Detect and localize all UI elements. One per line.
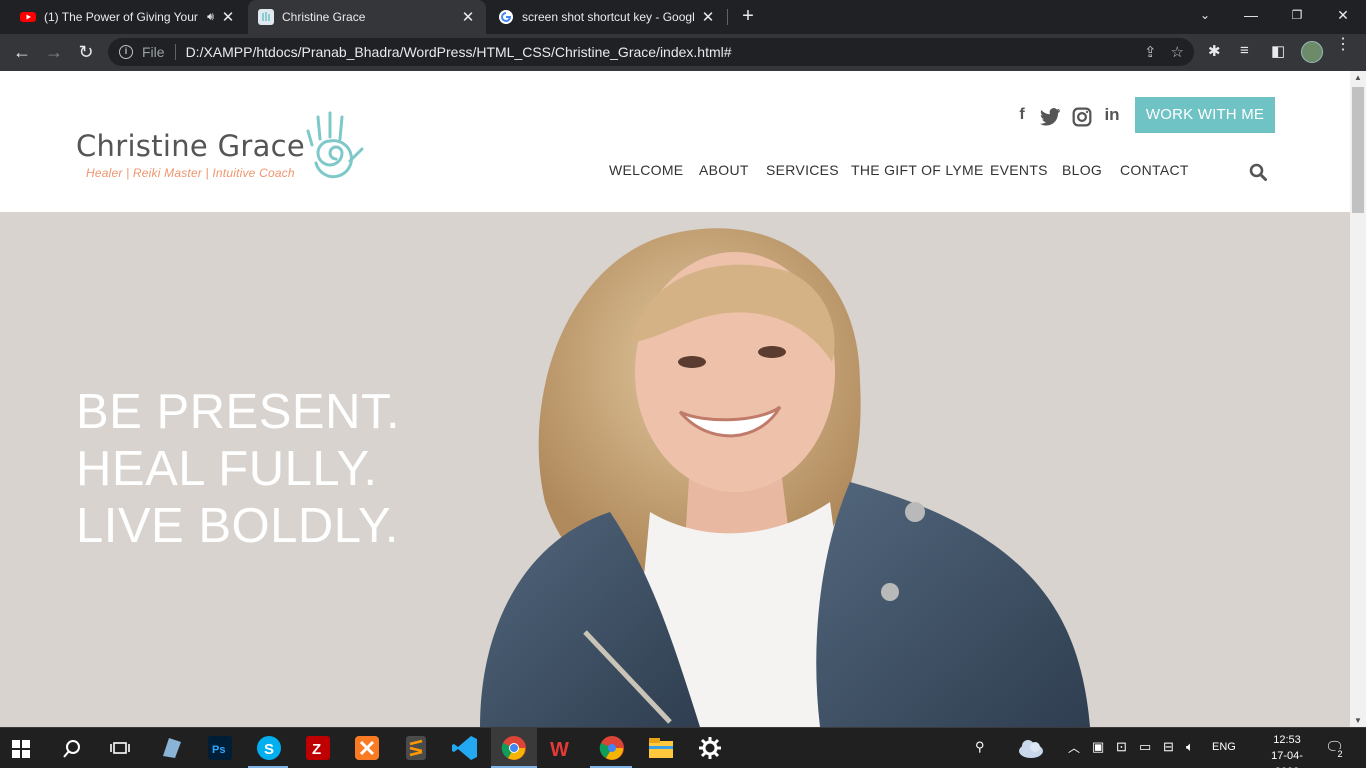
people-icon[interactable]: ⚲ (975, 739, 985, 755)
tab-title: screen shot shortcut key - Google (522, 10, 694, 24)
wps-office-app-icon[interactable]: W (549, 734, 577, 762)
nav-about[interactable]: ABOUT (699, 162, 749, 178)
tab-youtube[interactable]: (1) The Power of Giving Your 🔊︎ ✕ (10, 0, 246, 34)
minimize-button[interactable]: — (1228, 0, 1274, 30)
info-icon[interactable]: i (119, 45, 133, 59)
tab-strip: (1) The Power of Giving Your 🔊︎ ✕ Christ… (0, 0, 1366, 34)
windows-taskbar: Ps S Z W ⚲ ︿ ▣ ⊡ ▭ ⊟ 🔈︎ ENG 12:53 17-04-… (0, 727, 1366, 768)
search-icon[interactable] (1249, 163, 1267, 181)
tab-separator (727, 9, 728, 25)
search-icon[interactable] (62, 739, 82, 759)
instagram-icon[interactable] (1071, 107, 1093, 127)
tab-title: (1) The Power of Giving Your (44, 10, 198, 24)
logo-name: Christine Grace (76, 129, 306, 163)
battery-icon[interactable]: ▭ (1139, 739, 1151, 755)
profile-avatar[interactable] (1301, 41, 1323, 63)
show-hidden-icons-chevron-icon[interactable]: ︿ (1068, 739, 1080, 756)
page-viewport: Christine Grace Healer | Reiki Master | … (0, 71, 1350, 727)
reload-button[interactable]: ↻ (73, 39, 99, 65)
nav-welcome[interactable]: WELCOME (609, 162, 683, 178)
close-window-button[interactable]: ✕ (1320, 0, 1366, 30)
media-control-icon[interactable]: ≡ (1240, 42, 1249, 59)
divider (174, 44, 176, 60)
back-button[interactable]: ← (9, 39, 35, 65)
tab-google[interactable]: screen shot shortcut key - Google ✕ (488, 0, 726, 34)
chrome-profile-app-icon[interactable] (598, 734, 626, 762)
browser-toolbar: ← → ↻ i File D:/XAMPP/htdocs/Pranab_Bhad… (0, 34, 1366, 71)
scroll-thumb[interactable] (1352, 87, 1364, 213)
tab-title: Christine Grace (282, 10, 366, 24)
close-tab-icon[interactable]: ✕ (700, 8, 716, 26)
menu-icon[interactable]: ⋮ (1335, 37, 1351, 53)
file-explorer-app-icon[interactable] (647, 734, 675, 762)
settings-gear-icon[interactable] (696, 734, 724, 762)
notification-badge: 2 (1334, 749, 1346, 759)
linkedin-icon[interactable]: in (1101, 105, 1123, 125)
share-icon[interactable]: ⇪ (1144, 43, 1157, 61)
nav-services[interactable]: SERVICES (766, 162, 839, 178)
volume-icon[interactable]: 🔈︎ (1186, 739, 1194, 755)
speaker-icon[interactable]: 🔊︎ (207, 11, 214, 24)
logo-tagline: Healer | Reiki Master | Intuitive Coach (86, 166, 295, 180)
chrome-app-icon[interactable] (500, 734, 528, 762)
svg-text:S: S (264, 741, 274, 758)
hand-spiral-icon (306, 111, 364, 179)
camera-icon[interactable]: ⊡ (1116, 739, 1127, 755)
scroll-up-arrow-icon[interactable]: ▲ (1350, 73, 1366, 82)
site-header: Christine Grace Healer | Reiki Master | … (0, 71, 1350, 212)
close-tab-icon[interactable]: ✕ (460, 8, 476, 26)
sublime-text-app-icon[interactable] (402, 734, 430, 762)
svg-text:Z: Z (312, 741, 321, 758)
nav-events[interactable]: EVENTS (990, 162, 1048, 178)
clock[interactable]: 12:53 17-04-2023 (1262, 732, 1312, 768)
network-icon[interactable]: ⊟ (1163, 739, 1174, 755)
facebook-icon[interactable]: f (1011, 105, 1033, 125)
side-panel-icon[interactable]: ◧ (1271, 42, 1285, 60)
photoshop-app-icon[interactable]: Ps (206, 734, 234, 762)
hero-section: BE PRESENT. HEAL FULLY. LIVE BOLDLY. (0, 212, 1350, 727)
vscode-app-icon[interactable] (451, 734, 479, 762)
weather-cloud-icon[interactable] (1017, 737, 1045, 759)
restore-button[interactable]: ❐ (1274, 0, 1320, 30)
skype-app-icon[interactable]: S (255, 734, 283, 762)
nav-contact[interactable]: CONTACT (1120, 162, 1189, 178)
bookmark-star-icon[interactable]: ☆ (1171, 43, 1184, 61)
nav-blog[interactable]: BLOG (1062, 162, 1102, 178)
clock-time: 12:53 (1273, 734, 1301, 746)
logo[interactable]: Christine Grace Healer | Reiki Master | … (76, 111, 376, 191)
hero-line-3: LIVE BOLDLY. (76, 499, 399, 553)
hero-line-2: HEAL FULLY. (76, 442, 378, 496)
youtube-icon (20, 12, 36, 22)
work-with-me-button[interactable]: WORK WITH ME (1135, 97, 1275, 133)
new-tab-button[interactable]: + (737, 5, 759, 27)
screen: (1) The Power of Giving Your 🔊︎ ✕ Christ… (0, 0, 1366, 768)
portrait-image (480, 228, 1090, 727)
forward-button[interactable]: → (41, 39, 67, 65)
nav-the-gift-of-lyme[interactable]: THE GIFT OF LYME (851, 162, 984, 178)
clock-date: 17-04-2023 (1271, 750, 1303, 768)
hero-line-1: BE PRESENT. (76, 385, 401, 439)
url-text[interactable]: D:/XAMPP/htdocs/Pranab_Bhadra/WordPress/… (186, 44, 732, 60)
close-tab-icon[interactable]: ✕ (220, 8, 236, 26)
filezilla-app-icon[interactable]: Z (304, 734, 332, 762)
extensions-icon[interactable]: ✱ (1208, 42, 1221, 60)
address-bar[interactable]: i File D:/XAMPP/htdocs/Pranab_Bhadra/Wor… (108, 38, 1194, 66)
language-indicator[interactable]: ENG (1212, 741, 1236, 753)
task-view-icon[interactable] (110, 739, 130, 759)
page-scrollbar[interactable]: ▲ ▼ (1350, 71, 1366, 727)
tab-christine-grace[interactable]: Christine Grace ✕ (248, 0, 486, 34)
xampp-app-icon[interactable] (353, 734, 381, 762)
tab-search-icon[interactable]: ⌄ (1182, 0, 1228, 30)
windows-start-icon[interactable] (12, 740, 30, 758)
scroll-down-arrow-icon[interactable]: ▼ (1350, 716, 1366, 725)
meet-now-icon[interactable]: ▣ (1092, 739, 1104, 755)
scheme-label: File (142, 44, 165, 60)
blender-app-icon[interactable] (157, 734, 185, 762)
twitter-icon[interactable] (1039, 107, 1061, 127)
site-favicon-icon (258, 9, 274, 25)
svg-text:W: W (550, 739, 569, 761)
google-icon (499, 10, 513, 24)
svg-text:Ps: Ps (212, 744, 225, 756)
